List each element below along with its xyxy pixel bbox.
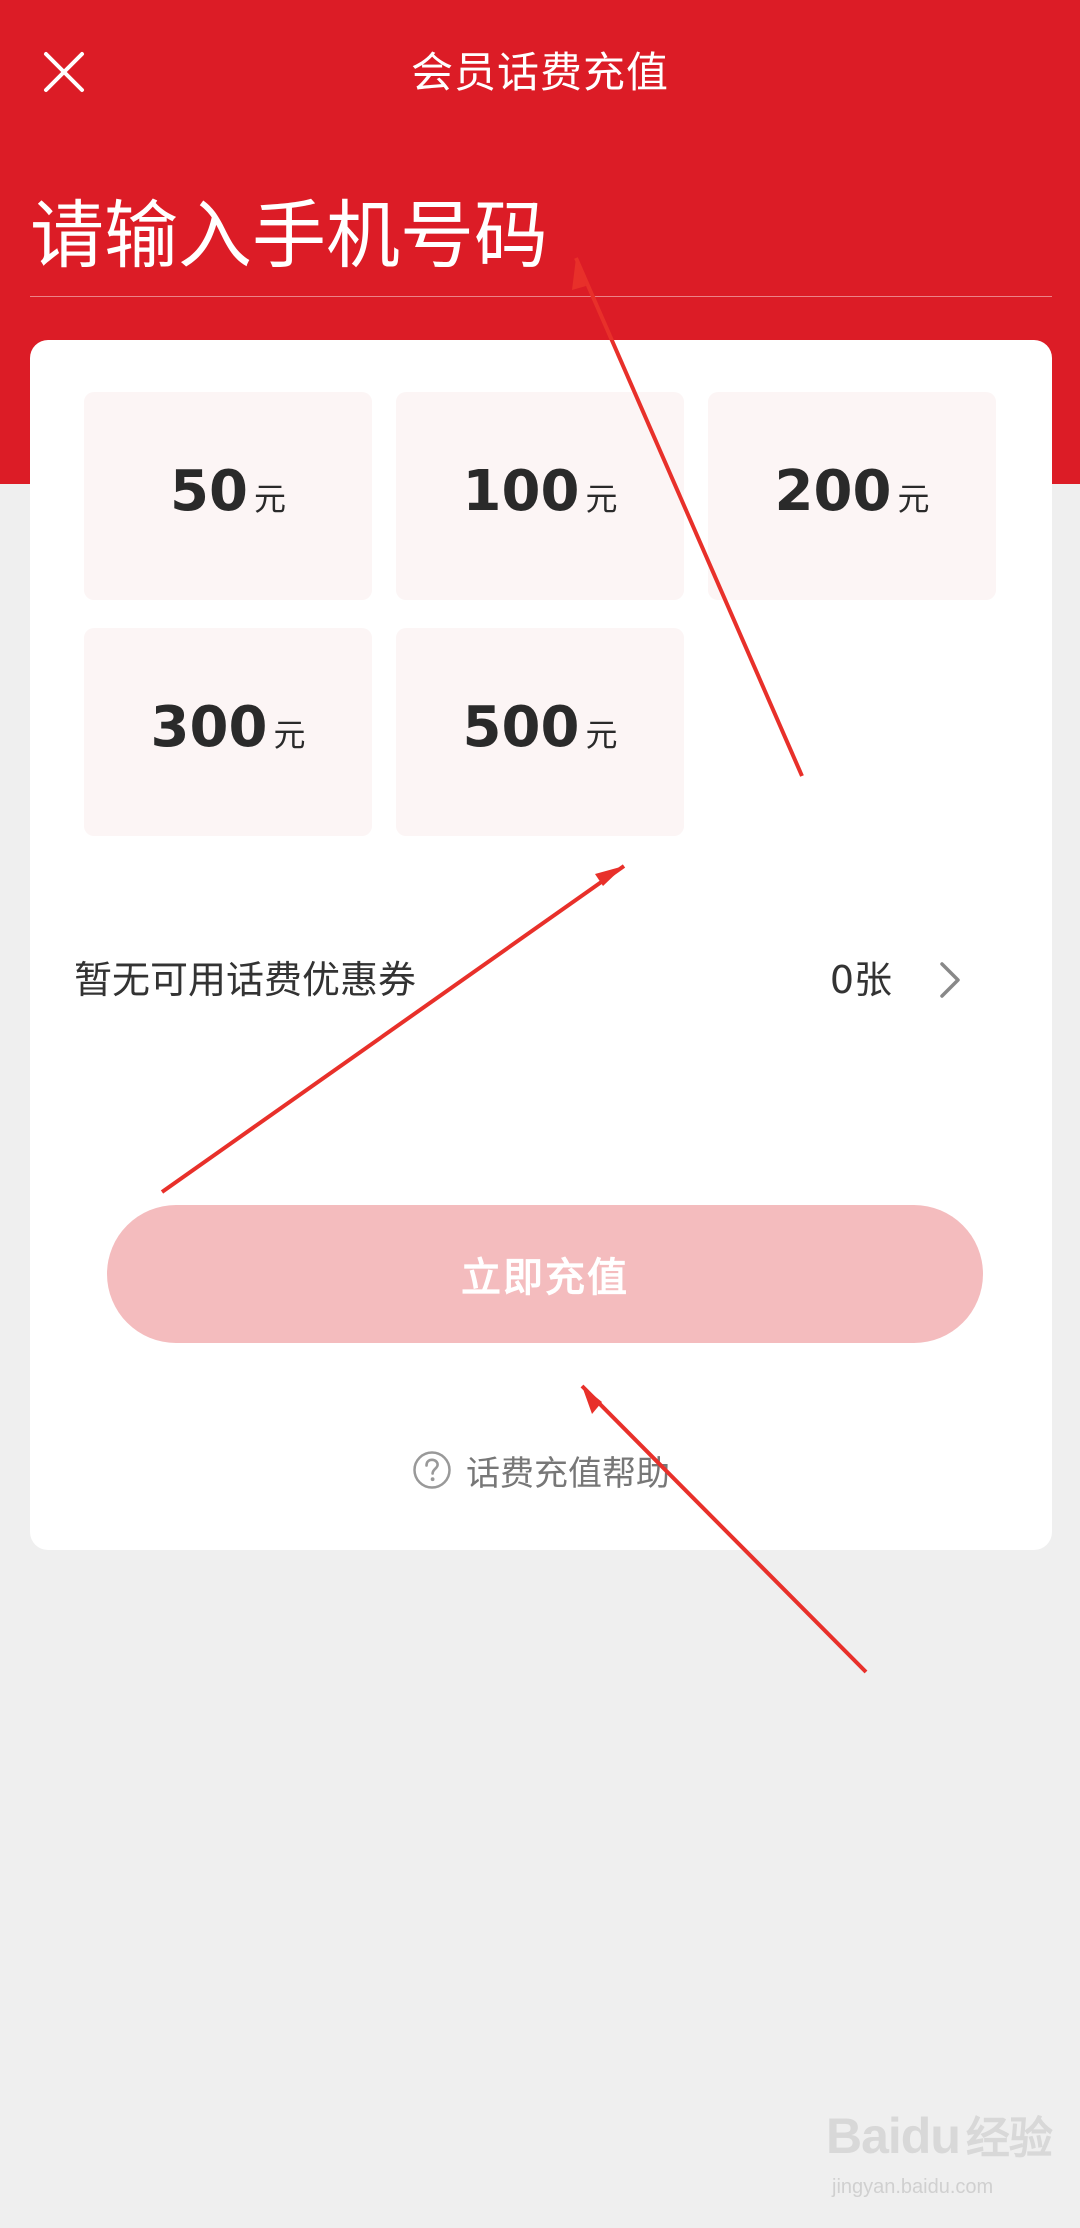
recharge-now-button[interactable]: 立即充值: [107, 1205, 983, 1343]
amount-option-300[interactable]: 300 元: [84, 628, 372, 836]
amount-option-100[interactable]: 100 元: [396, 392, 684, 600]
recharge-card: 50 元 100 元 200 元 300 元 500 元 暂无可用话费优惠券 0张 立即充…: [30, 340, 1052, 1550]
amount-value: 50: [170, 459, 248, 524]
baidu-jingyan-watermark: Baidu 经验 jingyan.baidu.com: [826, 2102, 1066, 2212]
help-label: 话费充值帮助: [466, 1453, 670, 1494]
watermark-logo-text: Baidu: [826, 2108, 961, 2164]
coupon-label: 暂无可用话费优惠券: [74, 958, 417, 1002]
amount-value: 500: [462, 695, 580, 760]
question-circle-icon: [413, 1451, 451, 1489]
coupon-row[interactable]: 暂无可用话费优惠券 0张: [30, 930, 1052, 1030]
amount-unit: 元: [253, 480, 286, 518]
amount-unit: 元: [897, 480, 930, 518]
amount-value: 200: [774, 459, 892, 524]
amount-option-50[interactable]: 50 元: [84, 392, 372, 600]
coupon-count: 0张: [829, 958, 892, 1002]
amount-value: 100: [462, 459, 580, 524]
amount-value: 300: [150, 695, 268, 760]
phone-number-input[interactable]: [30, 178, 1052, 294]
watermark-suffix: 经验: [965, 2114, 1053, 2163]
page-title: 会员话费充值: [410, 48, 669, 97]
top-bar: 会员话费充值: [0, 0, 1080, 150]
amount-unit: 元: [585, 480, 618, 518]
input-divider: [30, 296, 1052, 297]
amount-option-500[interactable]: 500 元: [396, 628, 684, 836]
amount-option-200[interactable]: 200 元: [708, 392, 996, 600]
recharge-help-link[interactable]: 话费充值帮助: [30, 1440, 1052, 1500]
amount-unit: 元: [585, 716, 618, 754]
chevron-right-icon: [940, 962, 960, 998]
watermark-url: jingyan.baidu.com: [832, 2176, 994, 2198]
amount-unit: 元: [273, 716, 306, 754]
watermark-logo: Baidu 经验: [826, 2102, 1053, 2166]
